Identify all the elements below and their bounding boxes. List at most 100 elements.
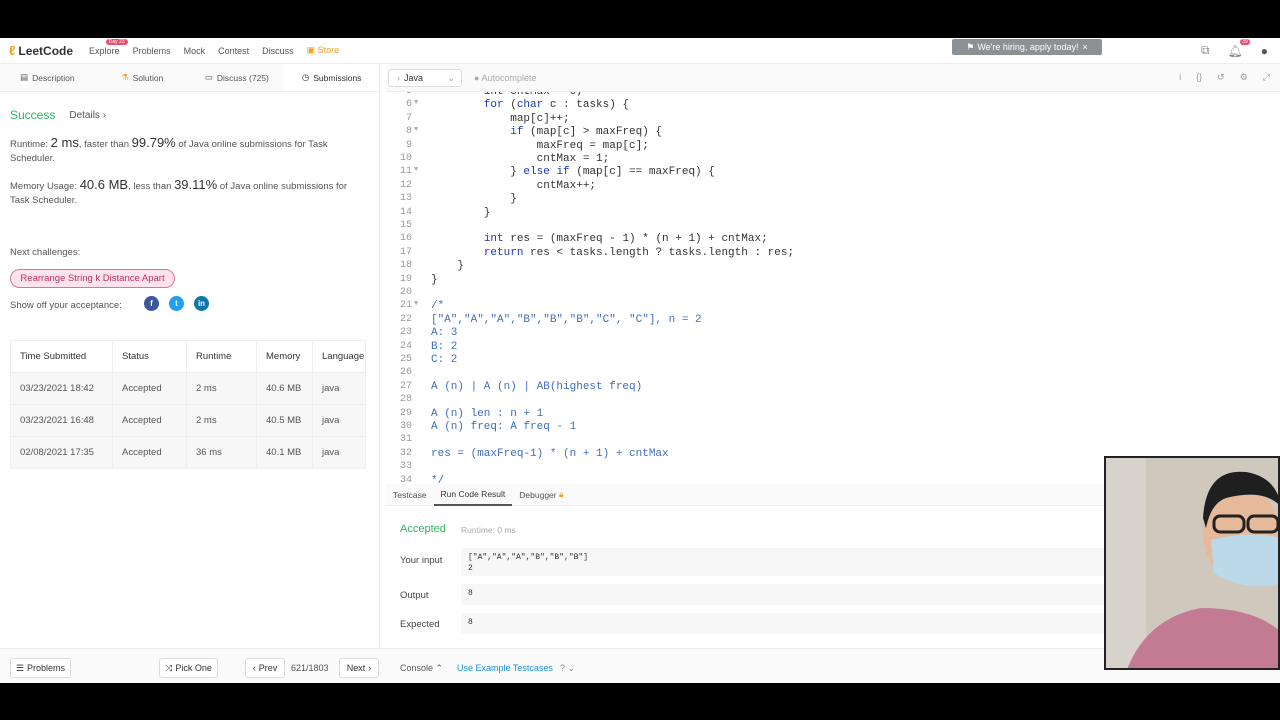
code-line[interactable]: 21 ▼ /*	[386, 300, 1280, 313]
code-line[interactable]: 23 A: 3	[386, 327, 1280, 340]
fold-icon[interactable]: ▼	[414, 126, 418, 134]
console-toggle[interactable]: Console ⌃	[400, 663, 443, 674]
table-row[interactable]: 03/23/2021 18:42 Accepted 2 ms 40.6 MB j…	[10, 372, 366, 405]
help-icon[interactable]: ? ⌄	[560, 663, 575, 674]
code-line[interactable]: 9 maxFreq = map[c];	[386, 140, 1280, 153]
next-button[interactable]: Next ›	[339, 658, 379, 678]
runtime-label: Runtime:	[10, 139, 51, 150]
pick-one-label: Pick One	[175, 663, 212, 673]
prev-button[interactable]: ‹ Prev	[245, 658, 285, 678]
line-number: 11	[399, 166, 412, 178]
code-line[interactable]: 14 }	[386, 207, 1280, 220]
fullscreen-icon[interactable]: ⤢	[1263, 72, 1270, 83]
code-line[interactable]: 11 ▼ } else if (map[c] == maxFreq) {	[386, 166, 1280, 179]
settings-icon[interactable]: ⚙	[1240, 72, 1248, 83]
twitter-icon[interactable]: t	[169, 296, 184, 311]
braces-icon[interactable]: {}	[1196, 72, 1202, 83]
nav-store[interactable]: ▣ Store	[307, 45, 340, 56]
code-line[interactable]: 28	[386, 394, 1280, 407]
logo[interactable]: ℓ LeetCode	[9, 43, 73, 58]
cell-status[interactable]: Accepted	[112, 372, 187, 405]
tab-solution[interactable]: ⚗ Solution	[95, 64, 190, 91]
nav-store-label: Store	[317, 45, 340, 55]
code-line[interactable]: 24 B: 2	[386, 341, 1280, 354]
runtime-value: 2 ms	[50, 135, 79, 150]
col-runtime[interactable]: Runtime	[186, 340, 257, 373]
code-line[interactable]: 18 }	[386, 260, 1280, 273]
info-icon[interactable]: i	[1179, 72, 1181, 83]
table-row[interactable]: 03/23/2021 16:48 Accepted 2 ms 40.5 MB j…	[10, 404, 366, 437]
fold-icon[interactable]: ▼	[414, 300, 418, 308]
code-line[interactable]: 15	[386, 220, 1280, 233]
bell-icon[interactable]: 🔔︎ 39	[1228, 38, 1250, 58]
col-memory[interactable]: Memory	[256, 340, 313, 373]
console-label: Console	[400, 663, 434, 673]
facebook-icon[interactable]: f	[144, 296, 159, 311]
megaphone-icon: ⚑	[966, 41, 975, 52]
nav-discuss[interactable]: Discuss	[262, 46, 294, 56]
code-line[interactable]: 26	[386, 367, 1280, 380]
tab-run-code-result[interactable]: Run Code Result	[433, 484, 513, 506]
col-time-submitted[interactable]: Time Submitted	[10, 340, 113, 373]
code-text: A (n) freq: A freq - 1	[431, 421, 577, 433]
editor-icons: i {} ↺ ⚙ ⤢	[1179, 72, 1270, 83]
code-editor[interactable]: 5 int cntMax = 0;6▼ for (char c : tasks)…	[386, 92, 1280, 484]
tab-submissions[interactable]: ◷ Submissions	[284, 64, 379, 91]
table-row[interactable]: 02/08/2021 17:35 Accepted 36 ms 40.1 MB …	[10, 436, 366, 469]
code-line[interactable]: 29 A (n) len : n + 1	[386, 408, 1280, 421]
code-line[interactable]: 7 map[c]++;	[386, 113, 1280, 126]
line-number: 21	[399, 300, 412, 312]
nav-contest[interactable]: Contest	[218, 46, 249, 56]
fold-icon[interactable]: ▼	[414, 166, 418, 174]
autocomplete-label: Autocomplete	[481, 73, 537, 83]
code-line[interactable]: 27 A (n) | A (n) | AB(highest freq)	[386, 381, 1280, 394]
reset-icon[interactable]: ↺	[1217, 72, 1225, 83]
playground-icon[interactable]: ⧉	[1201, 43, 1210, 58]
code-line[interactable]: 22 ["A","A","A","B","B","B","C", "C"], n …	[386, 314, 1280, 327]
nav-problems[interactable]: Problems	[133, 46, 171, 56]
details-link[interactable]: Details ›	[69, 110, 106, 121]
tab-discuss[interactable]: ▭ Discuss (725)	[190, 64, 285, 91]
autocomplete-toggle[interactable]: ● Autocomplete	[474, 73, 537, 83]
submission-status-row: Success Details ›	[10, 108, 106, 122]
cell-status[interactable]: Accepted	[112, 436, 187, 469]
code-line[interactable]: 31	[386, 434, 1280, 447]
problems-button[interactable]: ☰ Problems	[10, 658, 71, 678]
code-line[interactable]: 5 int cntMax = 0;	[386, 92, 1280, 99]
avatar-icon[interactable]: ●	[1261, 44, 1268, 58]
code-line[interactable]: 20	[386, 287, 1280, 300]
code-line[interactable]: 16 int res = (maxFreq - 1) * (n + 1) + c…	[386, 233, 1280, 246]
next-challenges-label: Next challenges:	[10, 247, 81, 258]
code-line[interactable]: 10 cntMax = 1;	[386, 153, 1280, 166]
col-status[interactable]: Status	[112, 340, 187, 373]
next-challenge-link[interactable]: Rearrange String k Distance Apart	[10, 269, 175, 288]
language-select[interactable]: › Java ⌄	[388, 69, 462, 87]
your-input-value: ["A","A","A","B","B","B"] 2	[461, 548, 1106, 576]
code-text: res = (maxFreq-1) * (n + 1) + cntMax	[431, 447, 669, 460]
use-example-testcases-link[interactable]: Use Example Testcases	[457, 663, 553, 673]
code-line[interactable]: 8 ▼ if (map[c] > maxFreq) {	[386, 126, 1280, 139]
nav-explore[interactable]: Explore Day 23	[89, 38, 128, 56]
fold-icon[interactable]: ▼	[414, 99, 418, 107]
code-text: for (char c : tasks) {	[483, 99, 630, 112]
cell-status[interactable]: Accepted	[112, 404, 187, 437]
close-icon[interactable]: ×	[1082, 42, 1087, 52]
code-line[interactable]: 17 return res < tasks.length ? tasks.len…	[386, 247, 1280, 260]
tab-description[interactable]: ▤ Description	[0, 64, 95, 91]
submissions-table: Time Submitted Status Runtime Memory Lan…	[10, 340, 366, 469]
code-line[interactable]: 25 C: 2	[386, 354, 1280, 367]
nav-mock[interactable]: Mock	[184, 46, 206, 56]
code-line[interactable]: 6 ▼ for (char c : tasks) {	[386, 99, 1280, 112]
tab-testcase[interactable]: Testcase	[386, 484, 434, 506]
code-line[interactable]: 12 cntMax++;	[386, 180, 1280, 193]
pick-one-button[interactable]: ⤨ Pick One	[159, 658, 218, 678]
code-line[interactable]: 13 }	[386, 193, 1280, 206]
memory-label: Memory Usage:	[10, 181, 80, 192]
tab-debugger[interactable]: Debugger 🔒︎	[512, 484, 570, 506]
code-line[interactable]: 30 A (n) freq: A freq - 1	[386, 421, 1280, 434]
linkedin-icon[interactable]: in	[194, 296, 209, 311]
col-language[interactable]: Language	[312, 340, 366, 373]
code-line[interactable]: 19}	[386, 274, 1280, 287]
line-number: 18	[399, 260, 412, 272]
hiring-banner[interactable]: ⚑ We're hiring, apply today! ×	[952, 39, 1102, 55]
